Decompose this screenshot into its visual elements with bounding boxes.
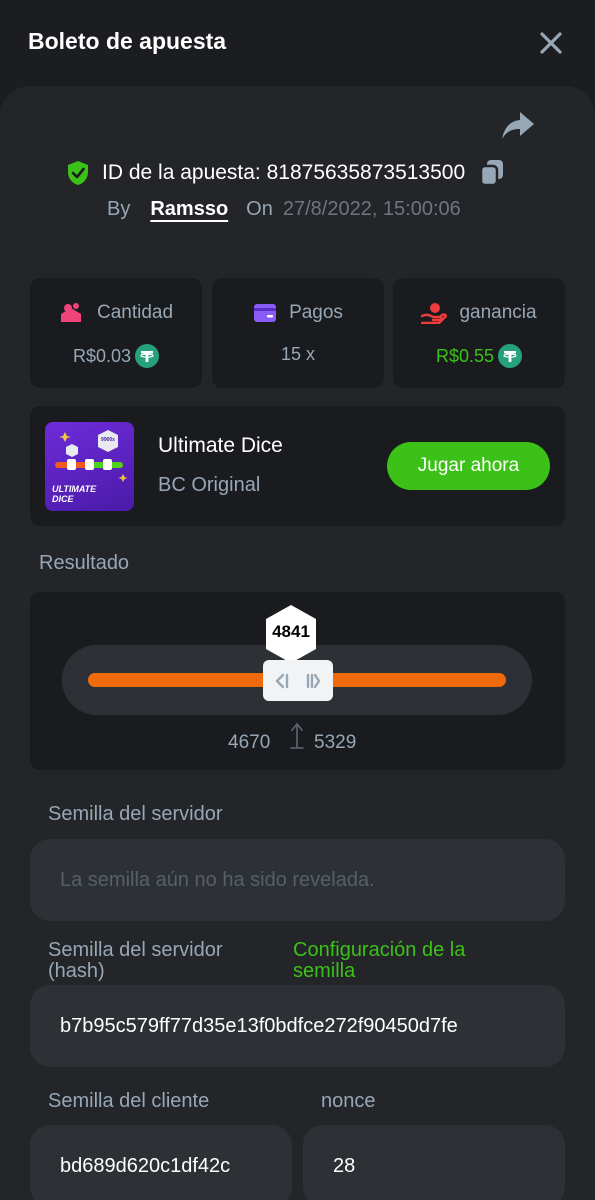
stat-value-profit: R$0.55 — [435, 345, 495, 366]
game-subtitle: BC Original — [158, 474, 261, 496]
client-seed-field[interactable]: bd689d620c1df42c — [30, 1125, 292, 1200]
ticket-header: Boleto de apuesta — [0, 0, 595, 86]
close-button[interactable] — [536, 28, 566, 58]
profit-hand-icon — [421, 303, 448, 324]
arrow-up-icon — [290, 722, 304, 749]
stat-label-amount: Cantidad — [96, 302, 174, 323]
server-hash-label-line1: Semilla del servidor — [48, 939, 223, 961]
game-thumb-badge: 9900x — [101, 437, 115, 443]
play-now-button[interactable]: Jugar ahora — [387, 442, 550, 490]
nonce-field[interactable]: 28 — [303, 1125, 565, 1200]
game-title: Ultimate Dice — [158, 434, 283, 457]
bet-id: ID de la apuesta: 81875635873513500 — [102, 161, 466, 184]
range-low-value: 4670 — [228, 732, 271, 753]
copy-icon[interactable] — [479, 159, 505, 187]
game-card: 9900x ULTIMATE DICE Ultimate Dice BC Ori… — [30, 406, 565, 526]
user-link[interactable]: Ramsso — [150, 198, 228, 221]
bet-author-row: By Ramsso On 27/8/2022, 15:00:06 — [107, 198, 461, 226]
stat-label-payout: Pagos — [289, 302, 343, 323]
seed-config-line1: Configuración de la — [293, 939, 466, 961]
tether-icon — [498, 344, 523, 368]
shield-check-icon — [68, 161, 88, 185]
bet-date: 27/8/2022, 15:00:06 — [282, 198, 461, 220]
close-icon — [540, 32, 562, 54]
nonce-label: nonce — [321, 1090, 376, 1112]
result-panel: 4841 4670 5329 — [30, 592, 565, 770]
nonce-value: 28 — [333, 1154, 356, 1177]
tether-icon — [135, 344, 160, 368]
result-value: 4841 — [272, 622, 310, 641]
game-thumbnail[interactable]: 9900x ULTIMATE DICE — [45, 422, 134, 511]
stat-value-amount: R$0.03 — [72, 345, 132, 366]
bet-id-row: ID de la apuesta: 81875635873513500 — [66, 158, 505, 188]
server-hash-field[interactable]: b7b95c579ff77d35e13f0bdfce272f90450d7fe — [30, 985, 565, 1067]
server-hash-label-line2: (hash) — [48, 960, 105, 982]
server-seed-field[interactable]: La semilla aún no ha sido revelada. — [30, 839, 565, 921]
result-label: Resultado — [39, 552, 130, 574]
drag-handle-icon — [275, 673, 321, 688]
client-seed-label: Semilla del cliente — [48, 1090, 210, 1112]
share-button[interactable] — [500, 110, 536, 142]
server-hash-value: b7b95c579ff77d35e13f0bdfce272f90450d7fe — [60, 1014, 458, 1037]
stat-card-payout: Pagos 15 x — [212, 278, 384, 388]
server-seed-placeholder: La semilla aún no ha sido revelada. — [60, 868, 375, 891]
coins-icon — [60, 303, 81, 322]
wallet-icon — [254, 304, 277, 322]
client-seed-value: bd689d620c1df42c — [60, 1154, 231, 1177]
seed-config-link[interactable]: Configuración de la semilla — [293, 940, 465, 982]
server-seed-label: Semilla del servidor — [48, 803, 223, 825]
stat-card-amount: Cantidad R$0.03 — [30, 278, 202, 388]
share-icon — [502, 112, 534, 139]
seed-config-line2: semilla — [293, 960, 356, 982]
by-label: By — [107, 198, 131, 220]
slider-handle[interactable] — [263, 660, 333, 701]
on-label: On — [246, 198, 273, 220]
game-thumb-text: ULTIMATE DICE — [52, 484, 97, 504]
stat-card-profit: ganancia R$0.55 — [393, 278, 565, 388]
stat-label-profit: ganancia — [459, 302, 537, 323]
stat-value-payout: 15 x — [280, 344, 316, 364]
page-title: Boleto de apuesta — [28, 28, 227, 54]
server-hash-label: Semilla del servidor (hash) — [48, 940, 223, 982]
range-high-value: 5329 — [314, 732, 357, 753]
